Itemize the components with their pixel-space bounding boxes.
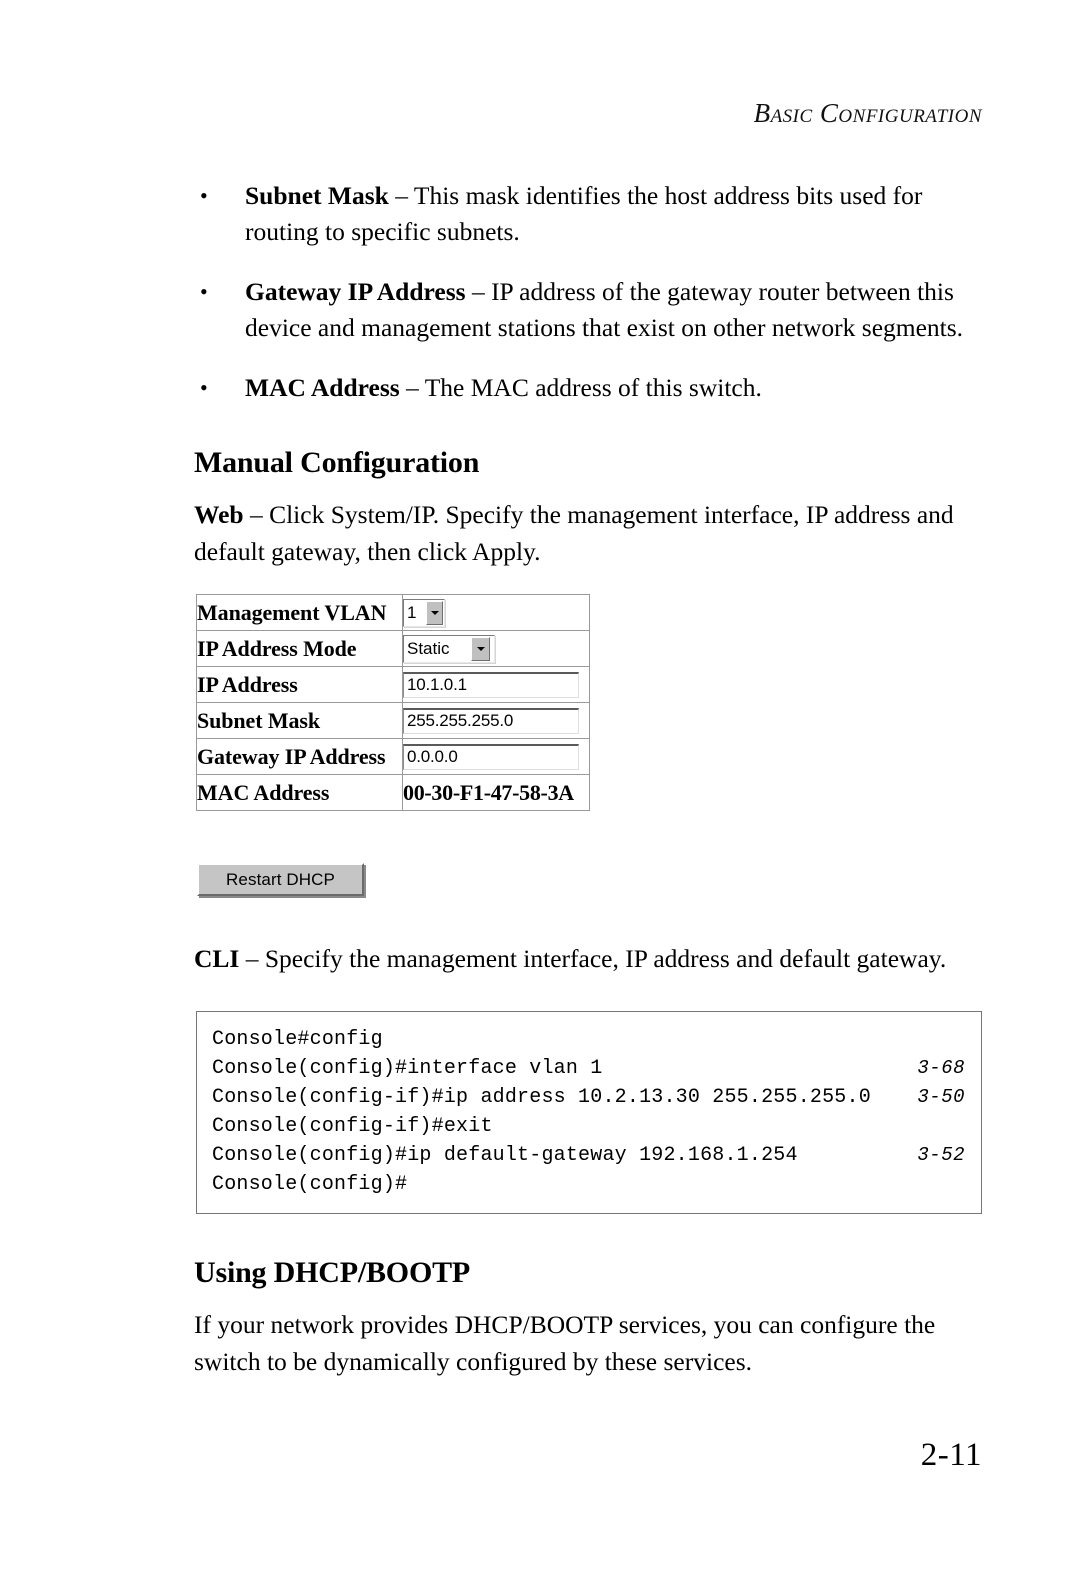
cli-dash: – — [239, 944, 265, 973]
cli-line: Console(config-if)#ip address 10.2.13.30… — [212, 1083, 965, 1112]
document-page: Basic Configuration • Subnet Mask – This… — [0, 0, 1080, 1570]
list-item: • Gateway IP Address – IP address of the… — [194, 274, 994, 346]
row-label-ip-address: IP Address — [196, 666, 403, 703]
heading-word-dhcp-bootp: DHCP/BOOTP — [273, 1256, 471, 1289]
cli-line: Console(config)# — [212, 1170, 965, 1199]
management-vlan-selected-value: 1 — [407, 602, 417, 622]
management-vlan-select[interactable]: 1 — [403, 598, 445, 627]
cli-command: Console(config-if)#exit — [212, 1115, 493, 1138]
table-row: Subnet Mask 255.255.255.0 — [196, 702, 590, 739]
row-value-management-vlan: 1 — [402, 594, 590, 631]
web-instruction-paragraph: Web – Click System/IP. Specify the manag… — [194, 496, 994, 570]
subnet-mask-input[interactable]: 255.255.255.0 — [403, 707, 579, 734]
cli-page-reference: 3-50 — [917, 1086, 965, 1108]
row-value-ip-address: 10.1.0.1 — [402, 666, 590, 703]
row-value-gateway-ip-address: 0.0.0.0 — [402, 738, 590, 775]
cli-code-block: Console#config Console(config)#interface… — [196, 1011, 982, 1214]
ip-settings-screenshot: Management VLAN 1 IP Address Mode Static… — [196, 594, 994, 896]
section-heading-manual-configuration: Manual Configuration — [194, 446, 480, 479]
cli-command: Console#config — [212, 1028, 383, 1051]
using-dhcp-paragraph: If your network provides DHCP/BOOTP serv… — [194, 1310, 936, 1376]
web-dash: – — [243, 500, 270, 529]
cli-instruction-paragraph: CLI – Specify the management interface, … — [194, 940, 994, 977]
bullet-dash: – — [399, 373, 425, 402]
bullet-term: Subnet Mask — [245, 181, 389, 210]
cli-command: Console(config)#interface vlan 1 — [212, 1057, 603, 1080]
web-text: Click System/IP. Specify the management … — [194, 500, 954, 566]
row-label-ip-address-mode: IP Address Mode — [196, 630, 403, 667]
bullet-text: The MAC address of this switch. — [424, 373, 762, 402]
table-row: MAC Address 00-30-F1-47-58-3A — [196, 774, 590, 811]
page-number: 2-11 — [920, 1437, 982, 1473]
running-header: Basic Configuration — [753, 98, 982, 128]
cli-command: Console(config)#ip default-gateway 192.1… — [212, 1144, 798, 1167]
ip-address-mode-select[interactable]: Static — [403, 634, 495, 663]
list-item: • Subnet Mask – This mask identifies the… — [194, 178, 994, 250]
cli-page-reference: 3-52 — [917, 1144, 965, 1166]
heading-word-using: Using — [194, 1256, 274, 1289]
row-value-ip-address-mode: Static — [402, 630, 590, 667]
table-row: IP Address Mode Static — [196, 630, 590, 667]
row-label-management-vlan: Management VLAN — [196, 594, 403, 631]
row-value-subnet-mask: 255.255.255.0 — [402, 702, 590, 739]
row-label-mac-address: MAC Address — [196, 774, 403, 811]
bullet-dash: – — [465, 277, 492, 306]
row-label-gateway-ip-address: Gateway IP Address — [196, 738, 403, 775]
mac-address-value: 00-30-F1-47-58-3A — [402, 774, 590, 811]
page-content: • Subnet Mask – This mask identifies the… — [194, 178, 994, 1388]
cli-line: Console#config — [212, 1025, 965, 1054]
cli-command: Console(config)# — [212, 1173, 408, 1196]
cli-page-reference: 3-68 — [917, 1057, 965, 1079]
bullet-marker: • — [200, 279, 208, 304]
cli-command: Console(config-if)#ip address 10.2.13.30… — [212, 1086, 871, 1109]
row-label-subnet-mask: Subnet Mask — [196, 702, 403, 739]
ip-configuration-table: Management VLAN 1 IP Address Mode Static… — [196, 594, 590, 811]
bullet-term: Gateway IP Address — [245, 277, 466, 306]
table-row: Management VLAN 1 — [196, 594, 590, 631]
chevron-down-icon[interactable] — [426, 600, 443, 625]
definition-bullet-list: • Subnet Mask – This mask identifies the… — [194, 178, 994, 406]
table-row: IP Address 10.1.0.1 — [196, 666, 590, 703]
table-row: Gateway IP Address 0.0.0.0 — [196, 738, 590, 775]
web-label: Web — [194, 500, 244, 529]
gateway-ip-address-input[interactable]: 0.0.0.0 — [403, 743, 579, 770]
ip-address-mode-selected-value: Static — [407, 638, 450, 658]
cli-line: Console(config-if)#exit — [212, 1112, 965, 1141]
section-heading-using-dhcp-bootp: Using DHCP/BOOTP — [194, 1254, 994, 1292]
restart-dhcp-button[interactable]: Restart DHCP — [197, 863, 364, 896]
bullet-dash: – — [388, 181, 414, 210]
cli-text: Specify the management interface, IP add… — [264, 944, 947, 973]
cli-line: Console(config)#ip default-gateway 192.1… — [212, 1141, 965, 1170]
list-item: • MAC Address – The MAC address of this … — [194, 370, 994, 406]
cli-line: Console(config)#interface vlan 1 3-68 — [212, 1054, 965, 1083]
cli-label: CLI — [194, 944, 240, 973]
chevron-down-icon[interactable] — [471, 636, 490, 661]
bullet-marker: • — [200, 183, 208, 208]
restart-dhcp-button-row: Restart DHCP — [197, 863, 994, 896]
bullet-term: MAC Address — [245, 373, 400, 402]
bullet-marker: • — [200, 375, 208, 400]
ip-address-input[interactable]: 10.1.0.1 — [403, 671, 579, 698]
